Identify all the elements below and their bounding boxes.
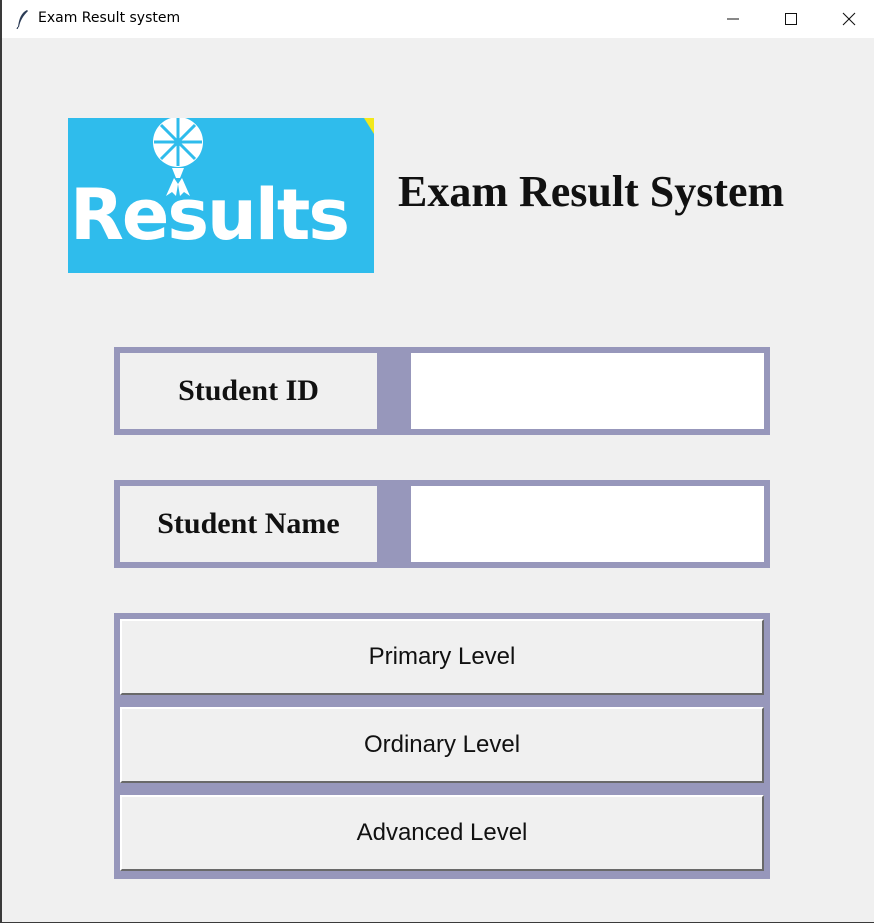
close-button[interactable] [820, 0, 874, 38]
window-title: Exam Result system [38, 10, 181, 26]
results-logo: Results [68, 118, 374, 273]
minimize-button[interactable] [704, 0, 762, 38]
ordinary-level-button[interactable]: Ordinary Level [120, 707, 764, 783]
page-title: Exam Result System [398, 167, 785, 216]
maximize-button[interactable] [762, 0, 820, 38]
main-content: Results Exam Result System Student ID St… [2, 38, 874, 922]
maximize-icon [785, 13, 797, 25]
close-icon [842, 12, 856, 26]
feather-icon [15, 9, 31, 30]
advanced-level-button[interactable]: Advanced Level [120, 795, 764, 871]
student-name-input[interactable] [411, 486, 764, 562]
student-id-label: Student ID [120, 353, 377, 429]
student-id-row: Student ID [114, 347, 770, 435]
app-window: Exam Result system Results Exam Result S… [0, 0, 874, 923]
student-name-label: Student Name [120, 486, 377, 562]
level-buttons-panel: Primary Level Ordinary Level Advanced Le… [114, 613, 770, 879]
student-name-row: Student Name [114, 480, 770, 568]
minimize-icon [727, 18, 739, 20]
title-bar[interactable]: Exam Result system [2, 0, 874, 38]
primary-level-button[interactable]: Primary Level [120, 619, 764, 695]
logo-text: Results [70, 174, 350, 256]
student-id-input[interactable] [411, 353, 764, 429]
